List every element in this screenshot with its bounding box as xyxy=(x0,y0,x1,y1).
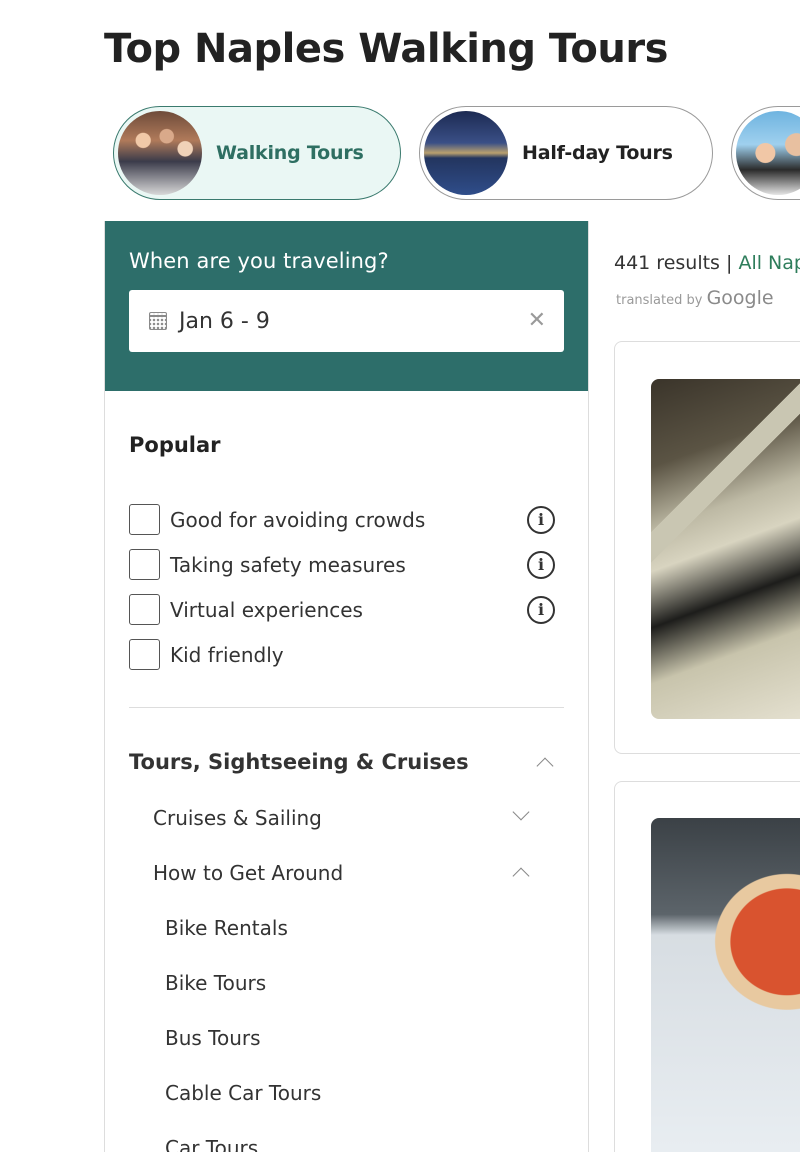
option-cable-car-tours[interactable]: Cable Car Tours xyxy=(105,1065,588,1120)
subcategory-how-to-get-around[interactable]: How to Get Around xyxy=(105,845,588,900)
category-label: Walking Tours xyxy=(216,142,364,164)
date-range-input[interactable]: Jan 6 - 9 ✕ xyxy=(129,290,564,352)
category-label: Half-day Tours xyxy=(522,142,673,164)
checkbox[interactable] xyxy=(129,504,160,535)
filter-virtual-experiences[interactable]: Virtual experiences i xyxy=(129,587,588,632)
option-car-tours[interactable]: Car Tours xyxy=(105,1120,588,1152)
subcategory-cruises-sailing[interactable]: Cruises & Sailing xyxy=(105,790,588,845)
info-icon[interactable]: i xyxy=(527,505,555,534)
chevron-up-icon xyxy=(536,757,554,775)
results-summary: 441 results | All Nap xyxy=(614,252,800,274)
date-filter-heading: When are you traveling? xyxy=(129,249,389,273)
results-separator: | xyxy=(719,252,739,274)
option-bike-tours[interactable]: Bike Tours xyxy=(105,955,588,1010)
filter-avoiding-crowds[interactable]: Good for avoiding crowds i xyxy=(129,497,588,542)
page-title: Top Naples Walking Tours xyxy=(104,26,668,72)
filter-label: Kid friendly xyxy=(170,642,284,667)
info-icon[interactable]: i xyxy=(527,595,555,624)
close-icon[interactable]: ✕ xyxy=(528,310,546,332)
filter-panel: When are you traveling? Jan 6 - 9 ✕ Popu… xyxy=(104,221,589,1152)
checkbox[interactable] xyxy=(129,639,160,670)
filter-safety-measures[interactable]: Taking safety measures i xyxy=(129,542,588,587)
all-naples-link[interactable]: All Nap xyxy=(738,252,800,274)
result-card[interactable] xyxy=(614,341,800,754)
subcategory-label: How to Get Around xyxy=(153,860,344,885)
tour-photo[interactable] xyxy=(651,818,800,1152)
popular-filter-list: Good for avoiding crowds i Taking safety… xyxy=(129,497,588,677)
google-logo: Google xyxy=(706,287,774,309)
subcategory-label: Cruises & Sailing xyxy=(153,805,322,830)
tours-subcategory-list: Cruises & Sailing How to Get Around Bike… xyxy=(105,790,588,1152)
group-tour-photo xyxy=(736,111,800,195)
checkbox[interactable] xyxy=(129,549,160,580)
chevron-up-icon xyxy=(512,867,530,885)
filter-label: Virtual experiences xyxy=(170,597,363,622)
option-bus-tours[interactable]: Bus Tours xyxy=(105,1010,588,1065)
result-card[interactable] xyxy=(614,781,800,1152)
category-half-day-tours[interactable]: Half-day Tours xyxy=(419,106,713,200)
filter-label: Taking safety measures xyxy=(170,552,406,577)
translated-prefix: translated by xyxy=(616,293,707,308)
category-walking-tours[interactable]: Walking Tours xyxy=(113,106,401,200)
category-third[interactable] xyxy=(731,106,800,200)
popular-heading: Popular xyxy=(129,433,221,457)
translated-by-google: translated by Google xyxy=(616,287,774,309)
date-range-value: Jan 6 - 9 xyxy=(179,308,270,334)
option-bike-rentals[interactable]: Bike Rentals xyxy=(105,900,588,955)
category-title: Tours, Sightseeing & Cruises xyxy=(129,750,469,774)
half-day-tours-photo xyxy=(424,111,508,195)
divider xyxy=(129,707,564,708)
walking-tours-photo xyxy=(118,111,202,195)
filter-label: Good for avoiding crowds xyxy=(170,507,426,532)
info-icon[interactable]: i xyxy=(527,550,555,579)
chevron-down-icon xyxy=(512,803,530,821)
calendar-icon xyxy=(149,312,167,330)
results-count: 441 results xyxy=(614,252,720,274)
checkbox[interactable] xyxy=(129,594,160,625)
filter-kid-friendly[interactable]: Kid friendly xyxy=(129,632,588,677)
date-filter: When are you traveling? Jan 6 - 9 ✕ xyxy=(105,221,588,391)
tour-photo[interactable] xyxy=(651,379,800,719)
tours-sightseeing-cruises-toggle[interactable]: Tours, Sightseeing & Cruises xyxy=(129,742,588,782)
